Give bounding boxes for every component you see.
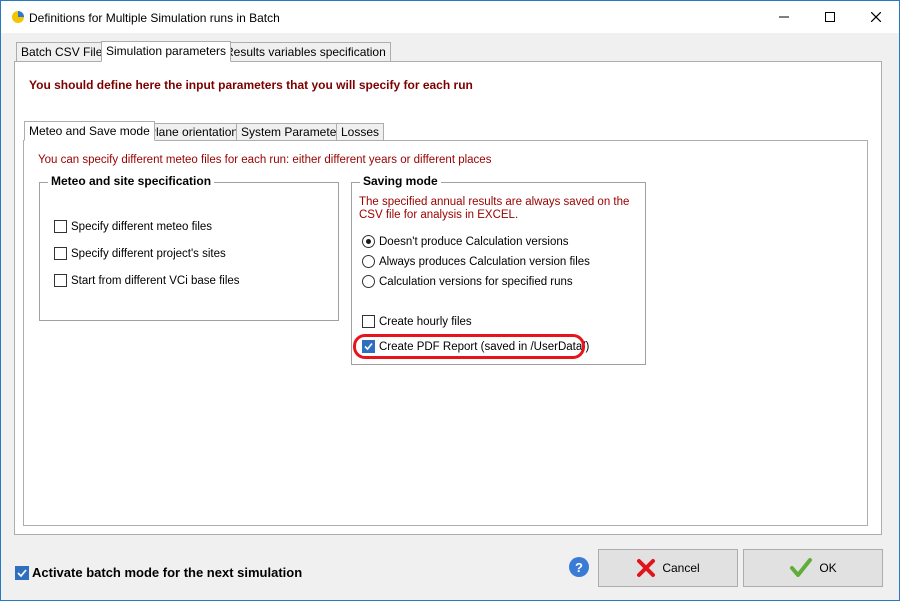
specify-meteo-files-label: Specify different meteo files	[71, 220, 213, 233]
minimize-button[interactable]	[761, 1, 807, 33]
start-vci-files-option[interactable]: Start from different VCi base files	[54, 274, 240, 287]
close-icon	[871, 12, 881, 22]
cancel-button[interactable]: Cancel	[598, 549, 738, 587]
activate-batch-mode-option[interactable]: Activate batch mode for the next simulat…	[15, 565, 302, 580]
saving-mode-group-title: Saving mode	[360, 174, 441, 188]
close-button[interactable]	[853, 1, 899, 33]
create-hourly-files-checkbox[interactable]	[362, 315, 375, 328]
specify-project-sites-label: Specify different project's sites	[71, 247, 226, 260]
specified-calc-versions-label: Calculation versions for specified runs	[379, 275, 573, 288]
window-title: Definitions for Multiple Simulation runs…	[29, 11, 280, 25]
specified-calc-versions-option[interactable]: Calculation versions for specified runs	[362, 275, 573, 288]
meteo-note: You can specify different meteo files fo…	[38, 154, 492, 166]
tab-simulation-parameters[interactable]: Simulation parameters	[101, 41, 232, 62]
section-heading: You should define here the input paramet…	[29, 78, 473, 92]
ok-label: OK	[819, 561, 837, 575]
title-bar: Definitions for Multiple Simulation runs…	[1, 1, 899, 33]
minimize-icon	[779, 16, 789, 18]
no-calc-versions-label: Doesn't produce Calculation versions	[379, 235, 569, 248]
maximize-icon	[825, 12, 835, 22]
always-calc-versions-label: Always produces Calculation version file…	[379, 255, 590, 268]
always-calc-versions-option[interactable]: Always produces Calculation version file…	[362, 255, 590, 268]
no-calc-versions-radio[interactable]	[362, 235, 375, 248]
tab-results-variables[interactable]: Results variables specification	[220, 42, 391, 62]
specified-calc-versions-radio[interactable]	[362, 275, 375, 288]
tab-plane-orientation[interactable]: Plane orientation	[143, 123, 244, 141]
highlight-annotation	[353, 334, 585, 359]
always-calc-versions-radio[interactable]	[362, 255, 375, 268]
help-icon[interactable]: ?	[569, 557, 589, 577]
ok-button[interactable]: OK	[743, 549, 883, 587]
dialog-window: Definitions for Multiple Simulation runs…	[0, 0, 900, 601]
create-hourly-files-option[interactable]: Create hourly files	[362, 315, 472, 328]
tab-losses[interactable]: Losses	[336, 123, 385, 141]
activate-batch-mode-checkbox[interactable]	[15, 565, 29, 580]
saving-mode-note: The specified annual results are always …	[359, 196, 630, 221]
specify-project-sites-checkbox[interactable]	[54, 247, 67, 260]
meteo-site-group-title: Meteo and site specification	[48, 174, 215, 188]
specify-project-sites-option[interactable]: Specify different project's sites	[54, 247, 226, 260]
start-vci-files-checkbox[interactable]	[54, 274, 67, 287]
specify-meteo-files-checkbox[interactable]	[54, 220, 67, 233]
maximize-button[interactable]	[807, 1, 853, 33]
activate-batch-mode-label: Activate batch mode for the next simulat…	[32, 565, 303, 580]
specify-meteo-files-option[interactable]: Specify different meteo files	[54, 220, 212, 233]
cancel-x-icon	[637, 559, 656, 577]
create-hourly-files-label: Create hourly files	[379, 315, 472, 328]
app-icon	[11, 10, 25, 24]
start-vci-files-label: Start from different VCi base files	[71, 274, 240, 287]
tab-batch-csv-files[interactable]: Batch CSV Files	[16, 42, 114, 62]
tab-system-parameter[interactable]: System Parameter	[236, 123, 346, 141]
no-calc-versions-option[interactable]: Doesn't produce Calculation versions	[362, 235, 569, 248]
check-icon	[17, 568, 27, 577]
cancel-label: Cancel	[662, 561, 700, 575]
ok-check-icon	[790, 558, 813, 577]
tab-meteo-save-mode[interactable]: Meteo and Save mode	[24, 121, 155, 141]
